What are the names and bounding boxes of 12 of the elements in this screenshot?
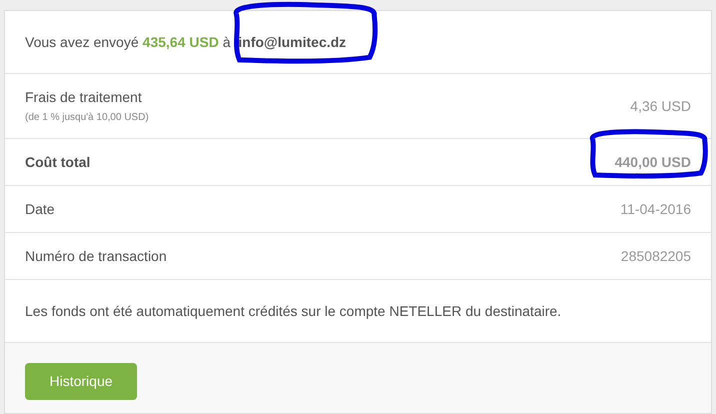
row-label: Numéro de transaction <box>25 246 167 266</box>
info-message: Les fonds ont été automatiquement crédités sur le compte NETELLER du destinataire. <box>25 302 562 321</box>
row-value: 11-04-2016 <box>620 200 691 218</box>
row-label: Frais de traitement <box>25 88 143 107</box>
history-button[interactable]: Historique <box>25 363 137 400</box>
row-note: (de 1 % jusqu'à 10,00 USD) <box>25 111 149 125</box>
row-value: 4,36 USD <box>630 96 691 116</box>
row-label: Date <box>25 200 55 218</box>
row-label: Coût total <box>25 152 90 172</box>
row-value: 285082205 <box>620 246 691 266</box>
row-value: 440,00 USD <box>614 152 691 172</box>
summary-text: Vous avez envoyé 435,64 USD à info@lumitec.dz <box>25 32 346 52</box>
